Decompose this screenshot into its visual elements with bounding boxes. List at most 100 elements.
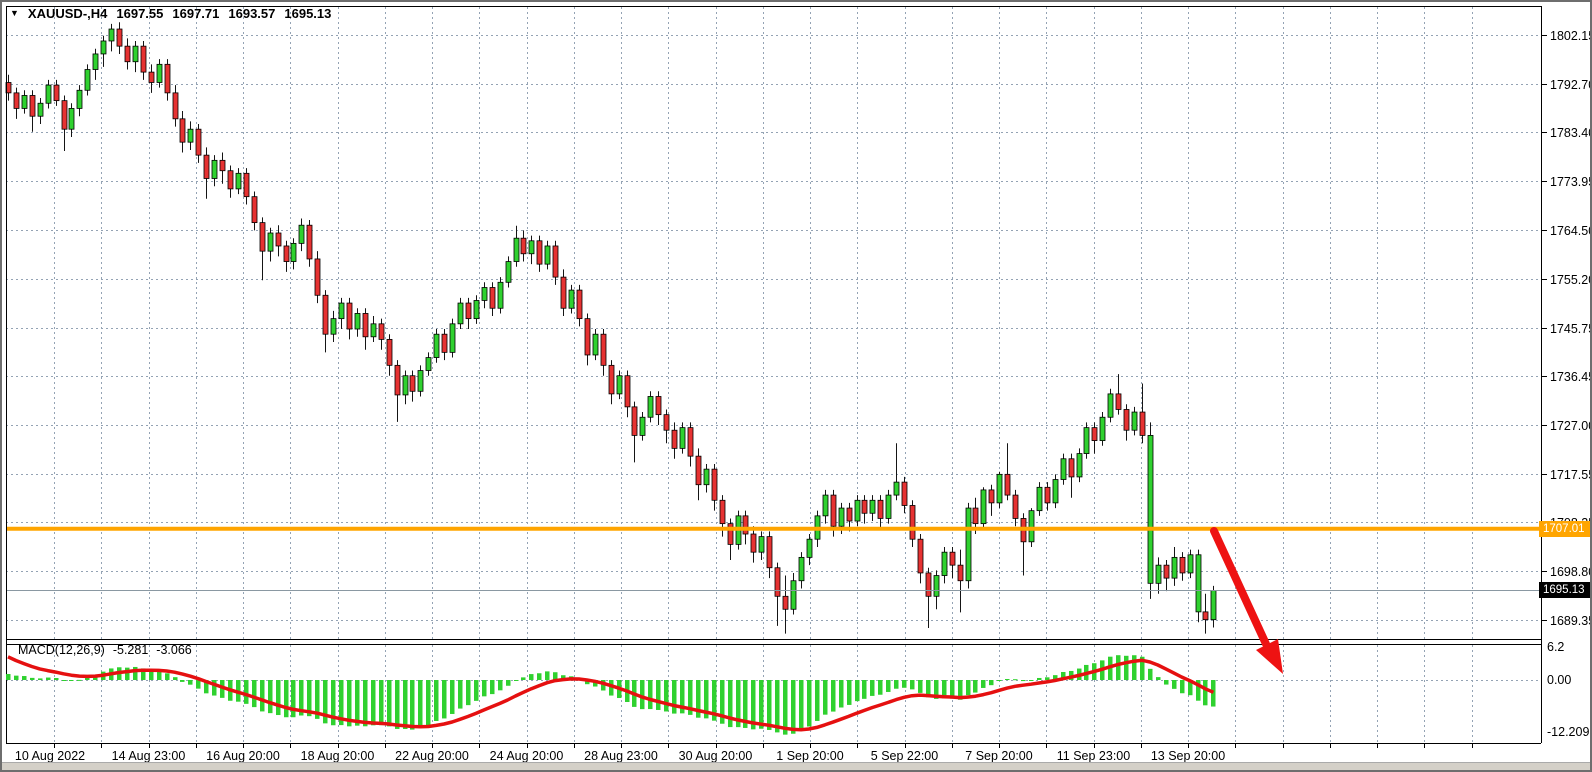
candlestick [339, 298, 344, 329]
candlestick [331, 311, 336, 342]
time-axis-label: 28 Aug 23:00 [584, 749, 658, 763]
candlestick [395, 360, 400, 422]
candlestick [506, 256, 511, 287]
candlestick [910, 500, 915, 547]
time-axis-label: 24 Aug 20:00 [490, 749, 564, 763]
ohlc-high-value: 1697.71 [172, 6, 219, 21]
candlestick [93, 49, 98, 80]
macd-scale-label: 6.2 [1547, 640, 1564, 654]
candlestick [236, 168, 241, 194]
candlestick-series [6, 22, 1216, 633]
candlestick [704, 464, 709, 493]
candlestick [855, 495, 860, 526]
time-axis-label: 10 Aug 2022 [15, 749, 85, 763]
price-tick-label: 1689.35 [1550, 614, 1592, 628]
candlestick [276, 225, 281, 256]
time-axis-label: 1 Sep 20:00 [776, 749, 843, 763]
candlestick [355, 308, 360, 337]
macd-name: MACD(12,26,9) [18, 643, 105, 657]
candlestick [418, 365, 423, 396]
trend-arrow[interactable] [1214, 531, 1283, 674]
time-axis-label: 7 Sep 20:00 [965, 749, 1032, 763]
candlestick [204, 147, 209, 198]
candlestick [1124, 404, 1129, 440]
candlestick [260, 217, 265, 280]
candlestick [902, 477, 907, 513]
candlestick [514, 226, 519, 267]
candlestick [997, 472, 1002, 508]
candlestick [783, 576, 788, 634]
candlestick [625, 371, 630, 418]
price-tick-label: 1717.55 [1550, 468, 1592, 482]
symbol-dropdown-icon[interactable]: ▼ [10, 8, 19, 18]
candlestick [791, 573, 796, 615]
candlestick [157, 59, 162, 88]
candlestick [759, 531, 764, 560]
candlestick [1196, 550, 1201, 623]
candlestick [490, 282, 495, 316]
price-axis: 1802.151792.701783.401773.951764.501755.… [1541, 29, 1592, 628]
hline-price-tag: 1707.01 [1539, 521, 1592, 537]
price-tick-label: 1773.95 [1550, 175, 1592, 189]
window-footer-strip [2, 762, 1590, 771]
candlestick [244, 168, 249, 204]
candlestick [1148, 422, 1153, 598]
price-tick-label: 1727.00 [1550, 419, 1592, 433]
candlestick [1203, 594, 1208, 634]
chart-title: ▼ XAUUSD-,H4 1697.55 1697.71 1693.57 169… [10, 6, 331, 21]
candlestick [458, 298, 463, 329]
candlestick [521, 230, 526, 261]
candlestick [640, 412, 645, 441]
candlestick [989, 485, 994, 516]
macd-signal-value: -3.066 [156, 643, 191, 657]
candlestick [387, 334, 392, 376]
candlestick [38, 98, 43, 124]
candlestick [1140, 384, 1145, 444]
candlestick [601, 329, 606, 376]
candlestick [553, 241, 558, 285]
candlestick [85, 64, 90, 95]
candlestick [284, 241, 289, 272]
candlestick [466, 298, 471, 329]
candlestick [807, 534, 812, 565]
candlestick [918, 534, 923, 583]
candlestick [30, 90, 35, 132]
candlestick [117, 22, 122, 54]
candlestick [870, 495, 875, 521]
candlestick [958, 550, 963, 613]
candlestick [109, 24, 114, 52]
candlestick [823, 490, 828, 524]
candlestick [347, 298, 352, 340]
candlestick [268, 228, 273, 262]
bid-price-tag: 1695.13 [1539, 582, 1592, 598]
candlestick [1084, 422, 1089, 458]
candlestick [966, 503, 971, 589]
candlestick [529, 236, 534, 265]
candlestick [379, 319, 384, 350]
candlestick [252, 191, 257, 230]
candlestick [442, 329, 447, 360]
candlestick [69, 103, 74, 137]
candlestick [942, 547, 947, 583]
candlestick [371, 316, 376, 342]
candlestick [62, 95, 67, 151]
candlestick [228, 166, 233, 198]
candlestick [14, 88, 19, 119]
candlestick [577, 285, 582, 327]
candlestick [1092, 422, 1097, 453]
candlestick [77, 85, 82, 116]
candlestick [950, 547, 955, 578]
candlestick [434, 329, 439, 363]
candlestick [981, 487, 986, 529]
ohlc-close-value: 1695.13 [284, 6, 331, 21]
candlestick [220, 153, 225, 184]
candlestick [1156, 557, 1161, 593]
time-axis-label: 30 Aug 20:00 [679, 749, 753, 763]
candlestick [1069, 454, 1074, 498]
candlestick [934, 570, 939, 609]
price-tick-label: 1755.20 [1550, 273, 1592, 287]
candlestick [482, 282, 487, 308]
candlestick [1021, 513, 1026, 575]
candlestick [680, 422, 685, 453]
candlestick [1077, 448, 1082, 482]
